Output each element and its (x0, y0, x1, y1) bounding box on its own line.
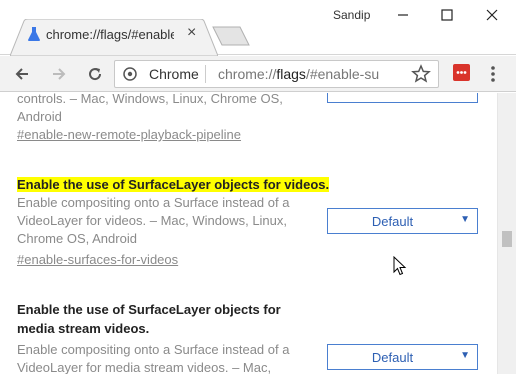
omnibox-separator (205, 65, 206, 83)
maximize-button[interactable] (425, 2, 469, 28)
new-tab-button[interactable] (212, 26, 250, 46)
chrome-page-icon (123, 67, 137, 81)
reload-button[interactable] (83, 62, 107, 86)
back-arrow-icon (15, 68, 28, 80)
vertical-scrollbar[interactable] (497, 93, 516, 374)
select-value: Default (371, 214, 414, 229)
flags-page: controls. – Mac, Windows, Linux, Chrome … (0, 93, 497, 374)
minimize-button[interactable] (381, 2, 425, 28)
menu-kebab-icon[interactable] (484, 62, 502, 86)
flag-description: Enable compositing onto a Surface instea… (17, 342, 290, 374)
flag-title: Enable the use of SurfaceLayer objects f… (17, 175, 330, 194)
flag-title-text: Enable the use of SurfaceLayer objects f… (17, 177, 330, 192)
forward-arrow-icon (53, 68, 66, 80)
flag-select[interactable]: Default ▼ (327, 208, 478, 234)
security-chip[interactable]: Chrome (149, 66, 199, 82)
flag-title: Enable the use of SurfaceLayer objects f… (17, 302, 281, 336)
flag-anchor-link[interactable]: #enable-surfaces-for-videos (17, 252, 178, 267)
url-text[interactable]: chrome://flags/#enable-su (218, 66, 396, 82)
flag-anchor-link[interactable]: #enable-new-remote-playback-pipeline (17, 127, 241, 142)
mouse-cursor-icon (393, 256, 407, 276)
close-window-button[interactable] (470, 2, 514, 28)
scrollbar-thumb[interactable] (502, 231, 512, 247)
title-bar: chrome://flags/#enable- × Sandip (0, 0, 516, 56)
bookmark-star-icon[interactable] (411, 64, 431, 84)
minimize-icon (398, 14, 408, 16)
url-suffix: /#enable-su (305, 66, 380, 82)
dropdown-arrow-icon: ▼ (460, 350, 470, 361)
profile-name[interactable]: Sandip (333, 8, 370, 22)
flag-select[interactable] (327, 93, 478, 103)
flask-icon (28, 27, 40, 41)
browser-toolbar: Chrome chrome://flags/#enable-su (0, 56, 516, 92)
url-prefix: chrome:// (218, 66, 277, 82)
reload-icon (89, 68, 102, 81)
extension-icon[interactable] (453, 64, 470, 81)
dropdown-arrow-icon: ▼ (460, 214, 470, 225)
back-button[interactable] (10, 62, 34, 86)
flag-description: Enable compositing onto a Surface instea… (17, 195, 290, 246)
flag-select[interactable]: Default ▼ (327, 344, 478, 370)
maximize-icon (441, 9, 453, 21)
forward-button[interactable] (47, 62, 71, 86)
select-value: Default (371, 350, 414, 365)
tab-close-button[interactable]: × (187, 25, 196, 41)
url-host: flags (276, 66, 306, 82)
tab-title: chrome://flags/#enable- (46, 27, 174, 42)
address-bar[interactable]: Chrome chrome://flags/#enable-su (114, 60, 439, 88)
extension-dots-icon (456, 71, 467, 74)
close-icon (486, 9, 498, 21)
flag-description: controls. – Mac, Windows, Linux, Chrome … (17, 93, 283, 124)
